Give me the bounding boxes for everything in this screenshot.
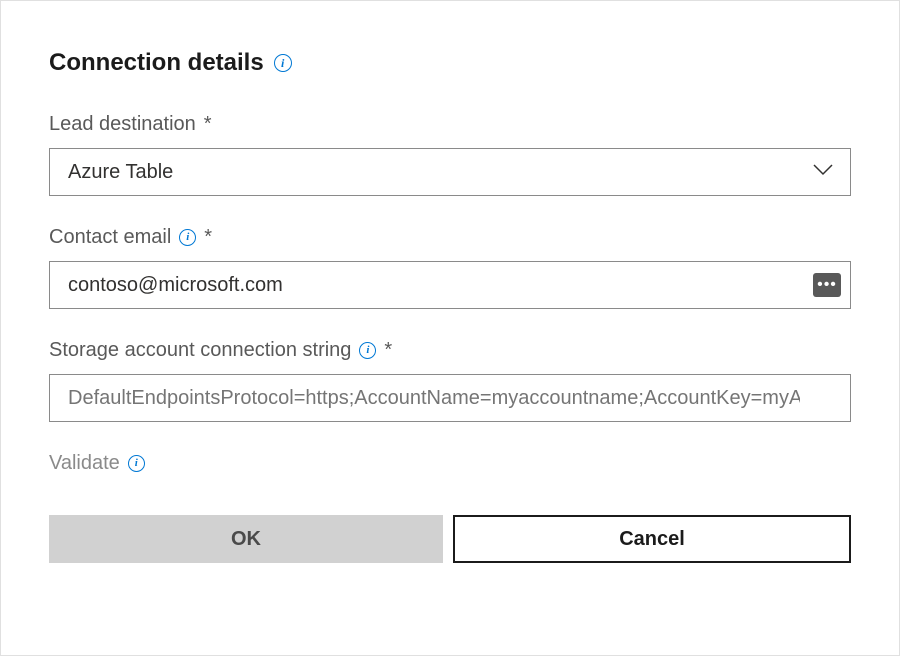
- required-indicator: *: [204, 226, 212, 249]
- lead-destination-select-wrap: Azure Table: [49, 148, 851, 196]
- connection-string-input-wrap: [49, 374, 851, 422]
- required-indicator: *: [384, 339, 392, 362]
- header-row: Connection details i: [49, 49, 851, 77]
- info-icon[interactable]: i: [274, 54, 292, 72]
- validate-link[interactable]: Validate: [49, 452, 120, 475]
- lead-destination-select[interactable]: Azure Table: [49, 148, 851, 196]
- lead-destination-label-row: Lead destination *: [49, 113, 851, 136]
- lead-destination-field: Lead destination * Azure Table: [49, 113, 851, 196]
- connection-string-label-row: Storage account connection string i *: [49, 339, 851, 362]
- cancel-button[interactable]: Cancel: [453, 515, 851, 563]
- lead-destination-label: Lead destination: [49, 113, 196, 136]
- contact-email-label: Contact email: [49, 226, 171, 249]
- contact-email-input[interactable]: [49, 261, 851, 309]
- contact-email-field: Contact email i * •••: [49, 226, 851, 309]
- ellipsis-icon[interactable]: •••: [813, 273, 841, 297]
- ok-button[interactable]: OK: [49, 515, 443, 563]
- validate-row: Validate i: [49, 452, 851, 475]
- info-icon[interactable]: i: [128, 455, 145, 472]
- contact-email-input-wrap: •••: [49, 261, 851, 309]
- lead-destination-value: Azure Table: [68, 161, 173, 184]
- page-title: Connection details: [49, 49, 264, 77]
- button-row: OK Cancel: [49, 515, 851, 563]
- info-icon[interactable]: i: [179, 229, 196, 246]
- connection-string-field: Storage account connection string i *: [49, 339, 851, 422]
- connection-details-panel: Connection details i Lead destination * …: [0, 0, 900, 656]
- required-indicator: *: [204, 113, 212, 136]
- connection-string-input[interactable]: [49, 374, 851, 422]
- connection-string-label: Storage account connection string: [49, 339, 351, 362]
- info-icon[interactable]: i: [359, 342, 376, 359]
- contact-email-label-row: Contact email i *: [49, 226, 851, 249]
